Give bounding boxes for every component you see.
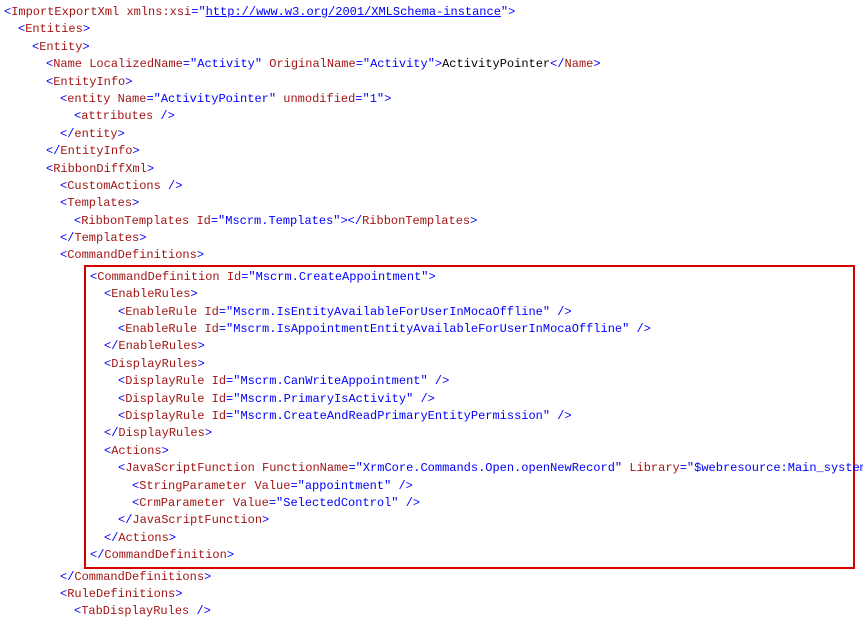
code-line: <CrmParameter Value="SelectedControl" /> xyxy=(86,495,853,512)
xsi-namespace-uri: http://www.w3.org/2001/XMLSchema-instanc… xyxy=(206,5,501,19)
code-line: <CommandDefinitions> xyxy=(4,247,859,264)
code-line: <StringParameter Value="appointment" /> xyxy=(86,478,853,495)
code-line: </EnableRules> xyxy=(86,338,853,355)
code-line: <JavaScriptFunction FunctionName="XrmCor… xyxy=(86,460,853,477)
code-line: <attributes /> xyxy=(4,108,859,125)
code-line: <Templates> xyxy=(4,195,859,212)
code-line: <CustomActions /> xyxy=(4,178,859,195)
code-line: </EntityInfo> xyxy=(4,143,859,160)
code-line: <DisplayRule Id="Mscrm.CreateAndReadPrim… xyxy=(86,408,853,425)
highlighted-command-definition: <CommandDefinition Id="Mscrm.CreateAppoi… xyxy=(84,265,855,569)
code-line: <Actions> xyxy=(86,443,853,460)
code-line: </CommandDefinition> xyxy=(86,547,853,564)
code-line: <Name LocalizedName="Activity" OriginalN… xyxy=(4,56,859,73)
code-line: <TabDisplayRules /> xyxy=(4,603,859,620)
code-line: </CommandDefinitions> xyxy=(4,569,859,586)
xml-source-view: <ImportExportXml xmlns:xsi="http://www.w… xyxy=(4,4,859,621)
code-line: <EnableRules> xyxy=(86,286,853,303)
code-line: <EnableRule Id="Mscrm.IsAppointmentEntit… xyxy=(86,321,853,338)
code-line: <Entities> xyxy=(4,21,859,38)
code-line: <Entity> xyxy=(4,39,859,56)
code-line: <ImportExportXml xmlns:xsi="http://www.w… xyxy=(4,4,859,21)
code-line: <EnableRule Id="Mscrm.IsEntityAvailableF… xyxy=(86,304,853,321)
code-line: <EntityInfo> xyxy=(4,74,859,91)
code-line: <entity Name="ActivityPointer" unmodifie… xyxy=(4,91,859,108)
code-line: <RibbonDiffXml> xyxy=(4,161,859,178)
code-line: <CommandDefinition Id="Mscrm.CreateAppoi… xyxy=(86,269,853,286)
code-line: </JavaScriptFunction> xyxy=(86,512,853,529)
code-line: <RuleDefinitions> xyxy=(4,586,859,603)
code-line: </entity> xyxy=(4,126,859,143)
code-line: <DisplayRule Id="Mscrm.PrimaryIsActivity… xyxy=(86,391,853,408)
code-line: </Actions> xyxy=(86,530,853,547)
code-line: <DisplayRules> xyxy=(86,356,853,373)
code-line: </Templates> xyxy=(4,230,859,247)
code-line: </DisplayRules> xyxy=(86,425,853,442)
code-line: <DisplayRule Id="Mscrm.CanWriteAppointme… xyxy=(86,373,853,390)
code-line: <RibbonTemplates Id="Mscrm.Templates"></… xyxy=(4,213,859,230)
